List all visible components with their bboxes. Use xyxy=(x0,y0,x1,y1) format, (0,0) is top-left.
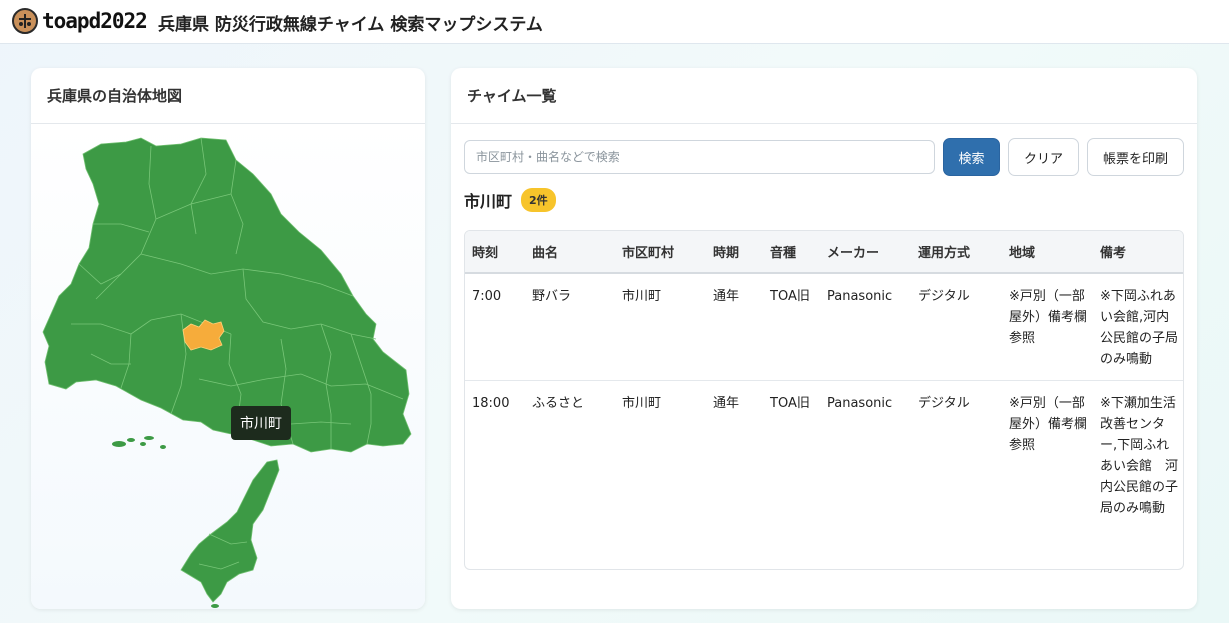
cell-sound-type: TOA旧 xyxy=(763,273,820,381)
column-header[interactable]: メーカー xyxy=(820,231,911,274)
cell-sound-type: TOA旧 xyxy=(770,396,810,411)
map-small-island xyxy=(211,604,219,608)
chime-list-title: チャイム一覧 xyxy=(451,68,1197,124)
column-header[interactable]: 時刻 xyxy=(465,231,525,274)
cell-operation: デジタル xyxy=(918,396,970,411)
map-awaji-island[interactable] xyxy=(180,459,280,603)
cell-operation: デジタル xyxy=(911,273,1002,381)
column-header[interactable]: 時期 xyxy=(706,231,763,274)
column-header[interactable]: 音種 xyxy=(763,231,820,274)
chime-table: 時刻 曲名 市区町村 時期 音種 メーカー 運用方式 地域 備考 7:00 野バ… xyxy=(465,231,1183,530)
hyogo-map[interactable] xyxy=(31,124,425,609)
table-row[interactable]: 18:00 ふるさと 市川町 通年 TOA旧 Panasonic デジタル ※戸… xyxy=(465,381,1183,530)
cell-song: ふるさと xyxy=(532,396,585,411)
chime-list-panel: チャイム一覧 検索 クリア 帳票を印刷 市川町 2件 時刻 曲名 市区町村 時期… xyxy=(451,68,1197,609)
print-report-button[interactable]: 帳票を印刷 xyxy=(1087,138,1184,176)
column-header[interactable]: 曲名 xyxy=(525,231,615,274)
map-panel: 兵庫県の自治体地図 市川町 xyxy=(31,68,425,609)
column-header[interactable]: 市区町村 xyxy=(615,231,706,274)
table-row[interactable]: 7:00 野バラ 市川町 通年 TOA旧 Panasonic デジタル ※戸別（… xyxy=(465,273,1183,381)
column-header[interactable]: 地域 xyxy=(1002,231,1093,274)
cell-area: ※戸別（一部屋外）備考欄参照 xyxy=(1002,273,1093,381)
top-bar: toapd2022 兵庫県 防災行政無線チャイム 検索マップシステム xyxy=(0,0,1229,44)
cell-remarks: ※下岡ふれあい会館,河内公民館の子局のみ鳴動 xyxy=(1093,273,1183,381)
cell-period: 通年 xyxy=(706,273,763,381)
map-area: 市川町 xyxy=(31,124,425,609)
logo-icon xyxy=(12,8,38,34)
search-input[interactable] xyxy=(464,140,935,174)
logo-text: toapd2022 xyxy=(42,9,148,33)
cell-area: ※戸別（一部屋外）備考欄参照 xyxy=(1009,396,1088,453)
result-header: 市川町 2件 xyxy=(464,188,556,212)
chime-table-wrapper: 時刻 曲名 市区町村 時期 音種 メーカー 運用方式 地域 備考 7:00 野バ… xyxy=(464,230,1184,570)
cell-maker: Panasonic xyxy=(827,396,893,411)
cell-time: 18:00 xyxy=(472,396,510,411)
column-header[interactable]: 備考 xyxy=(1093,231,1183,274)
table-header-row: 時刻 曲名 市区町村 時期 音種 メーカー 運用方式 地域 備考 xyxy=(465,231,1183,274)
cell-song: 野バラ xyxy=(525,273,615,381)
app-logo[interactable]: toapd2022 xyxy=(12,8,148,34)
map-coastal-islands xyxy=(112,436,166,449)
cell-remarks: ※下瀬加生活改善センター,下岡ふれあい会館 河内公民館の子局のみ鳴動 xyxy=(1100,396,1179,516)
result-count-badge: 2件 xyxy=(521,188,556,212)
cell-maker: Panasonic xyxy=(820,273,911,381)
search-button[interactable]: 検索 xyxy=(943,138,1000,176)
cell-municipality: 市川町 xyxy=(622,396,662,411)
clear-button[interactable]: クリア xyxy=(1008,138,1079,176)
cell-time: 7:00 xyxy=(465,273,525,381)
cell-period: 通年 xyxy=(713,396,740,411)
map-mainland[interactable] xyxy=(42,137,412,453)
map-panel-title: 兵庫県の自治体地図 xyxy=(31,68,425,124)
column-header[interactable]: 運用方式 xyxy=(911,231,1002,274)
map-tooltip: 市川町 xyxy=(231,406,291,440)
search-row: 検索 クリア 帳票を印刷 xyxy=(464,137,1184,177)
cell-municipality: 市川町 xyxy=(615,273,706,381)
app-title: 兵庫県 防災行政無線チャイム 検索マップシステム xyxy=(158,15,543,35)
result-municipality: 市川町 xyxy=(464,192,513,211)
